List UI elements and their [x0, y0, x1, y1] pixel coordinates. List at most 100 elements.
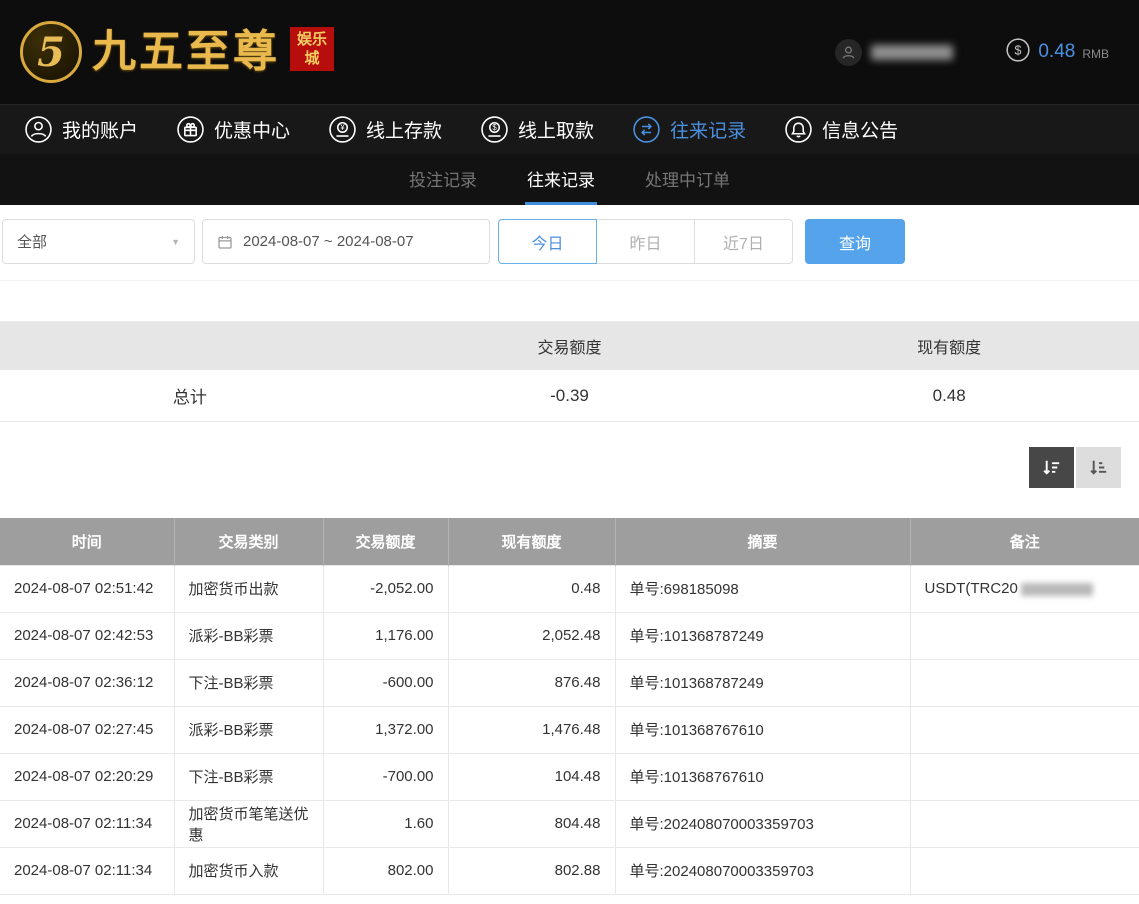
cell-summary: 单号:202408070003359703 [615, 800, 910, 847]
nav-item-withdraw[interactable]: $ 线上取款 [480, 115, 594, 144]
site-logo[interactable]: 5 九五至尊 娱乐城 [20, 13, 334, 91]
svg-text:$: $ [1015, 43, 1022, 57]
cell-amount: 1,372.00 [323, 706, 448, 753]
username-masked[interactable] [871, 45, 953, 60]
nav-item-promotions[interactable]: 优惠中心 [176, 115, 290, 144]
cell-time: 2024-08-07 02:51:42 [0, 565, 174, 612]
type-select-value: 全部 [17, 231, 47, 252]
remark-text: USDT(TRC20 [925, 580, 1018, 597]
bell-circle-icon [784, 115, 813, 144]
cell-remark [910, 753, 1139, 800]
nav-item-my-account[interactable]: 我的账户 [24, 115, 138, 144]
top-header: 5 九五至尊 娱乐城 $ 0.48 RMB [0, 0, 1139, 104]
cell-remark [910, 659, 1139, 706]
nav-label: 优惠中心 [214, 116, 290, 143]
cell-type: 加密货币笔笔送优惠 [174, 800, 323, 847]
cell-amount: -700.00 [323, 753, 448, 800]
cell-type: 派彩-BB彩票 [174, 706, 323, 753]
cell-balance: 802.88 [448, 847, 615, 894]
cell-summary: 单号:101368787249 [615, 659, 910, 706]
balance-currency: RMB [1082, 47, 1109, 61]
user-avatar-icon[interactable] [835, 39, 862, 66]
cell-type: 加密货币出款 [174, 565, 323, 612]
cell-summary: 单号:202408070003359703 [615, 847, 910, 894]
quick-date-group: 今日 昨日 近7日 [498, 219, 793, 264]
transactions-table: 时间 交易类别 交易额度 现有额度 摘要 备注 2024-08-07 02:51… [0, 518, 1139, 895]
summary-table: 交易额度 现有额度 总计 -0.39 0.48 [0, 321, 1139, 422]
cell-time: 2024-08-07 02:11:34 [0, 800, 174, 847]
sort-bar [0, 447, 1121, 488]
cell-time: 2024-08-07 02:27:45 [0, 706, 174, 753]
cell-balance: 104.48 [448, 753, 615, 800]
logo-title: 九五至尊 [92, 13, 280, 91]
col-header-balance: 现有额度 [448, 518, 615, 565]
summary-balance-total: 0.48 [759, 370, 1139, 421]
cell-balance: 2,052.48 [448, 612, 615, 659]
nav-item-announcements[interactable]: 信息公告 [784, 115, 898, 144]
logo-emblem-icon: 5 [20, 21, 82, 83]
sort-asc-button[interactable] [1076, 447, 1121, 488]
cell-summary: 单号:698185098 [615, 565, 910, 612]
cell-balance: 1,476.48 [448, 706, 615, 753]
nav-item-deposit[interactable]: ¥ 线上存款 [328, 115, 442, 144]
cell-amount: 1.60 [323, 800, 448, 847]
sort-asc-icon [1087, 456, 1110, 479]
table-row: 2024-08-07 02:11:34 加密货币入款 802.00 802.88… [0, 847, 1139, 894]
cell-type: 加密货币入款 [174, 847, 323, 894]
tab-processing-orders[interactable]: 处理中订单 [643, 154, 732, 205]
filter-bar: 全部 ▼ 2024-08-07 ~ 2024-08-07 今日 昨日 近7日 查… [0, 205, 1139, 281]
sort-desc-icon [1040, 456, 1063, 479]
yesterday-button[interactable]: 昨日 [596, 219, 695, 264]
nav-item-records[interactable]: 往来记录 [632, 115, 746, 144]
nav-label: 线上取款 [518, 116, 594, 143]
tab-betting-records[interactable]: 投注记录 [407, 154, 479, 205]
balance-value: 0.48 [1038, 41, 1075, 63]
type-select[interactable]: 全部 ▼ [2, 219, 195, 264]
col-header-time: 时间 [0, 518, 174, 565]
cell-time: 2024-08-07 02:11:34 [0, 847, 174, 894]
summary-total-row: 总计 -0.39 0.48 [0, 370, 1139, 422]
table-row: 2024-08-07 02:51:42 加密货币出款 -2,052.00 0.4… [0, 565, 1139, 612]
logo-badge: 娱乐城 [290, 27, 334, 71]
svg-text:$: $ [492, 123, 497, 132]
col-header-amount: 交易额度 [323, 518, 448, 565]
nav-label: 线上存款 [366, 116, 442, 143]
today-button[interactable]: 今日 [498, 219, 597, 264]
date-range-value: 2024-08-07 ~ 2024-08-07 [243, 233, 414, 250]
chevron-down-icon: ▼ [171, 237, 180, 247]
summary-header-empty [0, 322, 380, 370]
cell-summary: 单号:101368787249 [615, 612, 910, 659]
cell-remark [910, 706, 1139, 753]
cell-balance: 0.48 [448, 565, 615, 612]
cell-amount: 1,176.00 [323, 612, 448, 659]
nav-label: 信息公告 [822, 116, 898, 143]
summary-header-row: 交易额度 现有额度 [0, 322, 1139, 370]
cell-time: 2024-08-07 02:42:53 [0, 612, 174, 659]
transfer-arrows-icon [632, 115, 661, 144]
summary-transaction-total: -0.39 [380, 370, 760, 421]
balance-display: $ 0.48 RMB [1005, 37, 1109, 68]
remark-masked [1021, 583, 1093, 596]
table-row: 2024-08-07 02:36:12 下注-BB彩票 -600.00 876.… [0, 659, 1139, 706]
sort-desc-button[interactable] [1029, 447, 1074, 488]
cell-balance: 876.48 [448, 659, 615, 706]
col-header-remark: 备注 [910, 518, 1139, 565]
cell-time: 2024-08-07 02:36:12 [0, 659, 174, 706]
calendar-icon [216, 233, 234, 251]
cell-time: 2024-08-07 02:20:29 [0, 753, 174, 800]
last7days-button[interactable]: 近7日 [694, 219, 793, 264]
query-button[interactable]: 查询 [805, 219, 905, 264]
cell-remark [910, 847, 1139, 894]
table-row: 2024-08-07 02:42:53 派彩-BB彩票 1,176.00 2,0… [0, 612, 1139, 659]
summary-header-transaction: 交易额度 [380, 322, 760, 370]
col-header-type: 交易类别 [174, 518, 323, 565]
date-range-input[interactable]: 2024-08-07 ~ 2024-08-07 [202, 219, 490, 264]
cell-remark [910, 612, 1139, 659]
cell-type: 派彩-BB彩票 [174, 612, 323, 659]
deposit-coin-icon: ¥ [328, 115, 357, 144]
table-row: 2024-08-07 02:27:45 派彩-BB彩票 1,372.00 1,4… [0, 706, 1139, 753]
tab-transaction-records[interactable]: 往来记录 [525, 154, 597, 205]
table-row: 2024-08-07 02:20:29 下注-BB彩票 -700.00 104.… [0, 753, 1139, 800]
summary-header-balance: 现有额度 [759, 322, 1139, 370]
col-header-summary: 摘要 [615, 518, 910, 565]
